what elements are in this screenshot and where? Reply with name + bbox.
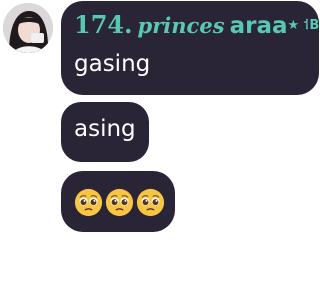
message-bubble[interactable] [61, 171, 175, 232]
pleading-face-emoji [136, 188, 165, 217]
avatar-photo [3, 3, 53, 53]
pleading-face-emoji [74, 188, 103, 217]
sender-number: 174. [74, 10, 133, 39]
message-text: gasing [74, 51, 151, 77]
avatar[interactable] [3, 3, 53, 53]
sender-name[interactable]: 174. princes araa★ ⸶BP [74, 10, 320, 43]
message-text: asing [74, 116, 136, 142]
emoji-row [74, 188, 165, 217]
pleading-face-emoji [105, 188, 134, 217]
sender-name-script: princes [137, 13, 225, 38]
sender-name-plain: araa [229, 13, 288, 39]
sender-name-decoration: ★ ⸶BP [287, 18, 320, 33]
message-bubble[interactable]: 174. princes araa★ ⸶BP gasing [61, 1, 320, 95]
message-bubble[interactable]: asing [61, 102, 149, 162]
